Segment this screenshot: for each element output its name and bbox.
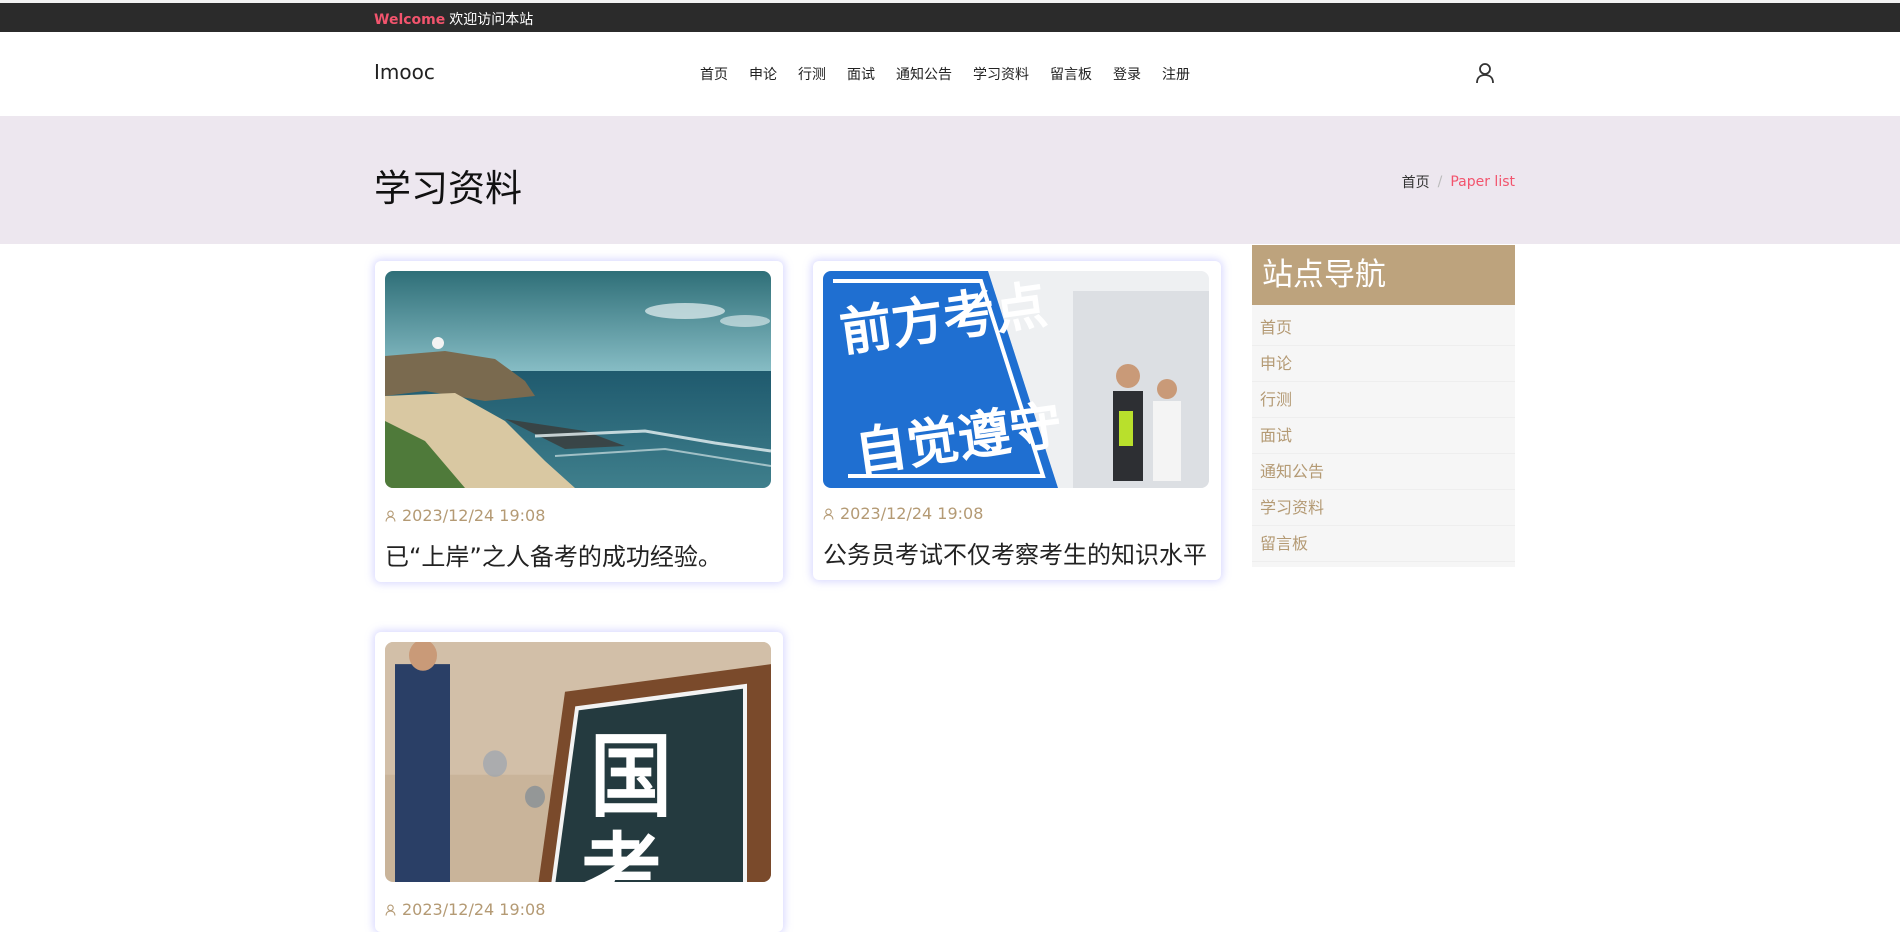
author-icon bbox=[385, 904, 396, 915]
sidebar-item-notices[interactable]: 通知公告 bbox=[1252, 454, 1515, 490]
card-date: 2023/12/24 19:08 bbox=[402, 506, 546, 525]
breadcrumb-home-link[interactable]: 首页 bbox=[1402, 172, 1430, 192]
main-nav: 首页 申论 行测 面试 通知公告 学习资料 留言板 登录 注册 bbox=[700, 64, 1211, 84]
breadcrumb-current: Paper list bbox=[1450, 174, 1515, 190]
exam-sign-photo[interactable]: 前方考点 自觉遵守 bbox=[823, 271, 1209, 488]
breadcrumb-separator: / bbox=[1437, 174, 1443, 190]
article-card[interactable]: 2023/12/24 19:08 已“上岸”之人备考的成功经验。 bbox=[375, 261, 783, 582]
sidebar-list: 首页 申论 行测 面试 通知公告 学习资料 留言板 bbox=[1252, 305, 1515, 567]
card-title[interactable]: 公务员考试不仅考察考生的知识水平 bbox=[823, 535, 1211, 570]
author-icon bbox=[823, 508, 834, 519]
nav-item-xingce[interactable]: 行测 bbox=[798, 64, 826, 84]
site-header: Imooc 首页 申论 行测 面试 通知公告 学习资料 留言板 登录 注册 bbox=[0, 32, 1900, 117]
card-meta: 2023/12/24 19:08 bbox=[385, 506, 773, 525]
article-card[interactable]: 前方考点 自觉遵守 2023/12/24 19:08 公务员考试不仅考察考生的知… bbox=[813, 261, 1221, 580]
nav-item-shenlun[interactable]: 申论 bbox=[749, 64, 777, 84]
welcome-message: 欢迎访问本站 bbox=[449, 12, 534, 28]
welcome-text: Welcome 欢迎访问本站 bbox=[374, 9, 533, 29]
sidebar-item-materials[interactable]: 学习资料 bbox=[1252, 490, 1515, 526]
article-card[interactable]: 国 考 2023/12/24 19:08 bbox=[375, 632, 783, 932]
card-date: 2023/12/24 19:08 bbox=[840, 504, 984, 523]
card-meta: 2023/12/24 19:08 bbox=[823, 504, 1211, 523]
user-icon[interactable] bbox=[1475, 62, 1495, 84]
sidebar-heading: 站点导航 bbox=[1252, 245, 1515, 305]
card-meta: 2023/12/24 19:08 bbox=[385, 900, 773, 919]
nav-item-guestbook[interactable]: 留言板 bbox=[1050, 64, 1092, 84]
guokao-board-photo[interactable]: 国 考 bbox=[385, 642, 771, 882]
nav-item-mianshi[interactable]: 面试 bbox=[847, 64, 875, 84]
sidebar-item-home[interactable]: 首页 bbox=[1252, 310, 1515, 346]
breadcrumb: 首页 / Paper list bbox=[1402, 172, 1515, 192]
site-nav-sidebar: 站点导航 首页 申论 行测 面试 通知公告 学习资料 留言板 bbox=[1252, 245, 1515, 567]
board-text-line2: 考 bbox=[580, 825, 662, 882]
sidebar-item-shenlun[interactable]: 申论 bbox=[1252, 346, 1515, 382]
nav-item-home[interactable]: 首页 bbox=[700, 64, 728, 84]
page-title: 学习资料 bbox=[374, 167, 522, 210]
nav-item-register[interactable]: 注册 bbox=[1162, 64, 1190, 84]
nav-item-login[interactable]: 登录 bbox=[1113, 64, 1141, 84]
card-title[interactable]: 已“上岸”之人备考的成功经验。 bbox=[385, 537, 773, 572]
sidebar-item-xingce[interactable]: 行测 bbox=[1252, 382, 1515, 418]
board-text-line1: 国 bbox=[590, 725, 672, 830]
brand-logo[interactable]: Imooc bbox=[374, 60, 435, 84]
card-date: 2023/12/24 19:08 bbox=[402, 900, 546, 919]
sidebar-item-mianshi[interactable]: 面试 bbox=[1252, 418, 1515, 454]
top-welcome-bar: Welcome 欢迎访问本站 bbox=[0, 0, 1900, 32]
coastline-photo[interactable] bbox=[385, 271, 771, 488]
nav-item-notices[interactable]: 通知公告 bbox=[896, 64, 952, 84]
page-title-band: 学习资料 首页 / Paper list bbox=[0, 116, 1900, 244]
sidebar-item-guestbook[interactable]: 留言板 bbox=[1252, 526, 1515, 562]
welcome-word: Welcome bbox=[374, 12, 446, 28]
nav-item-materials[interactable]: 学习资料 bbox=[973, 64, 1029, 84]
author-icon bbox=[385, 510, 396, 521]
